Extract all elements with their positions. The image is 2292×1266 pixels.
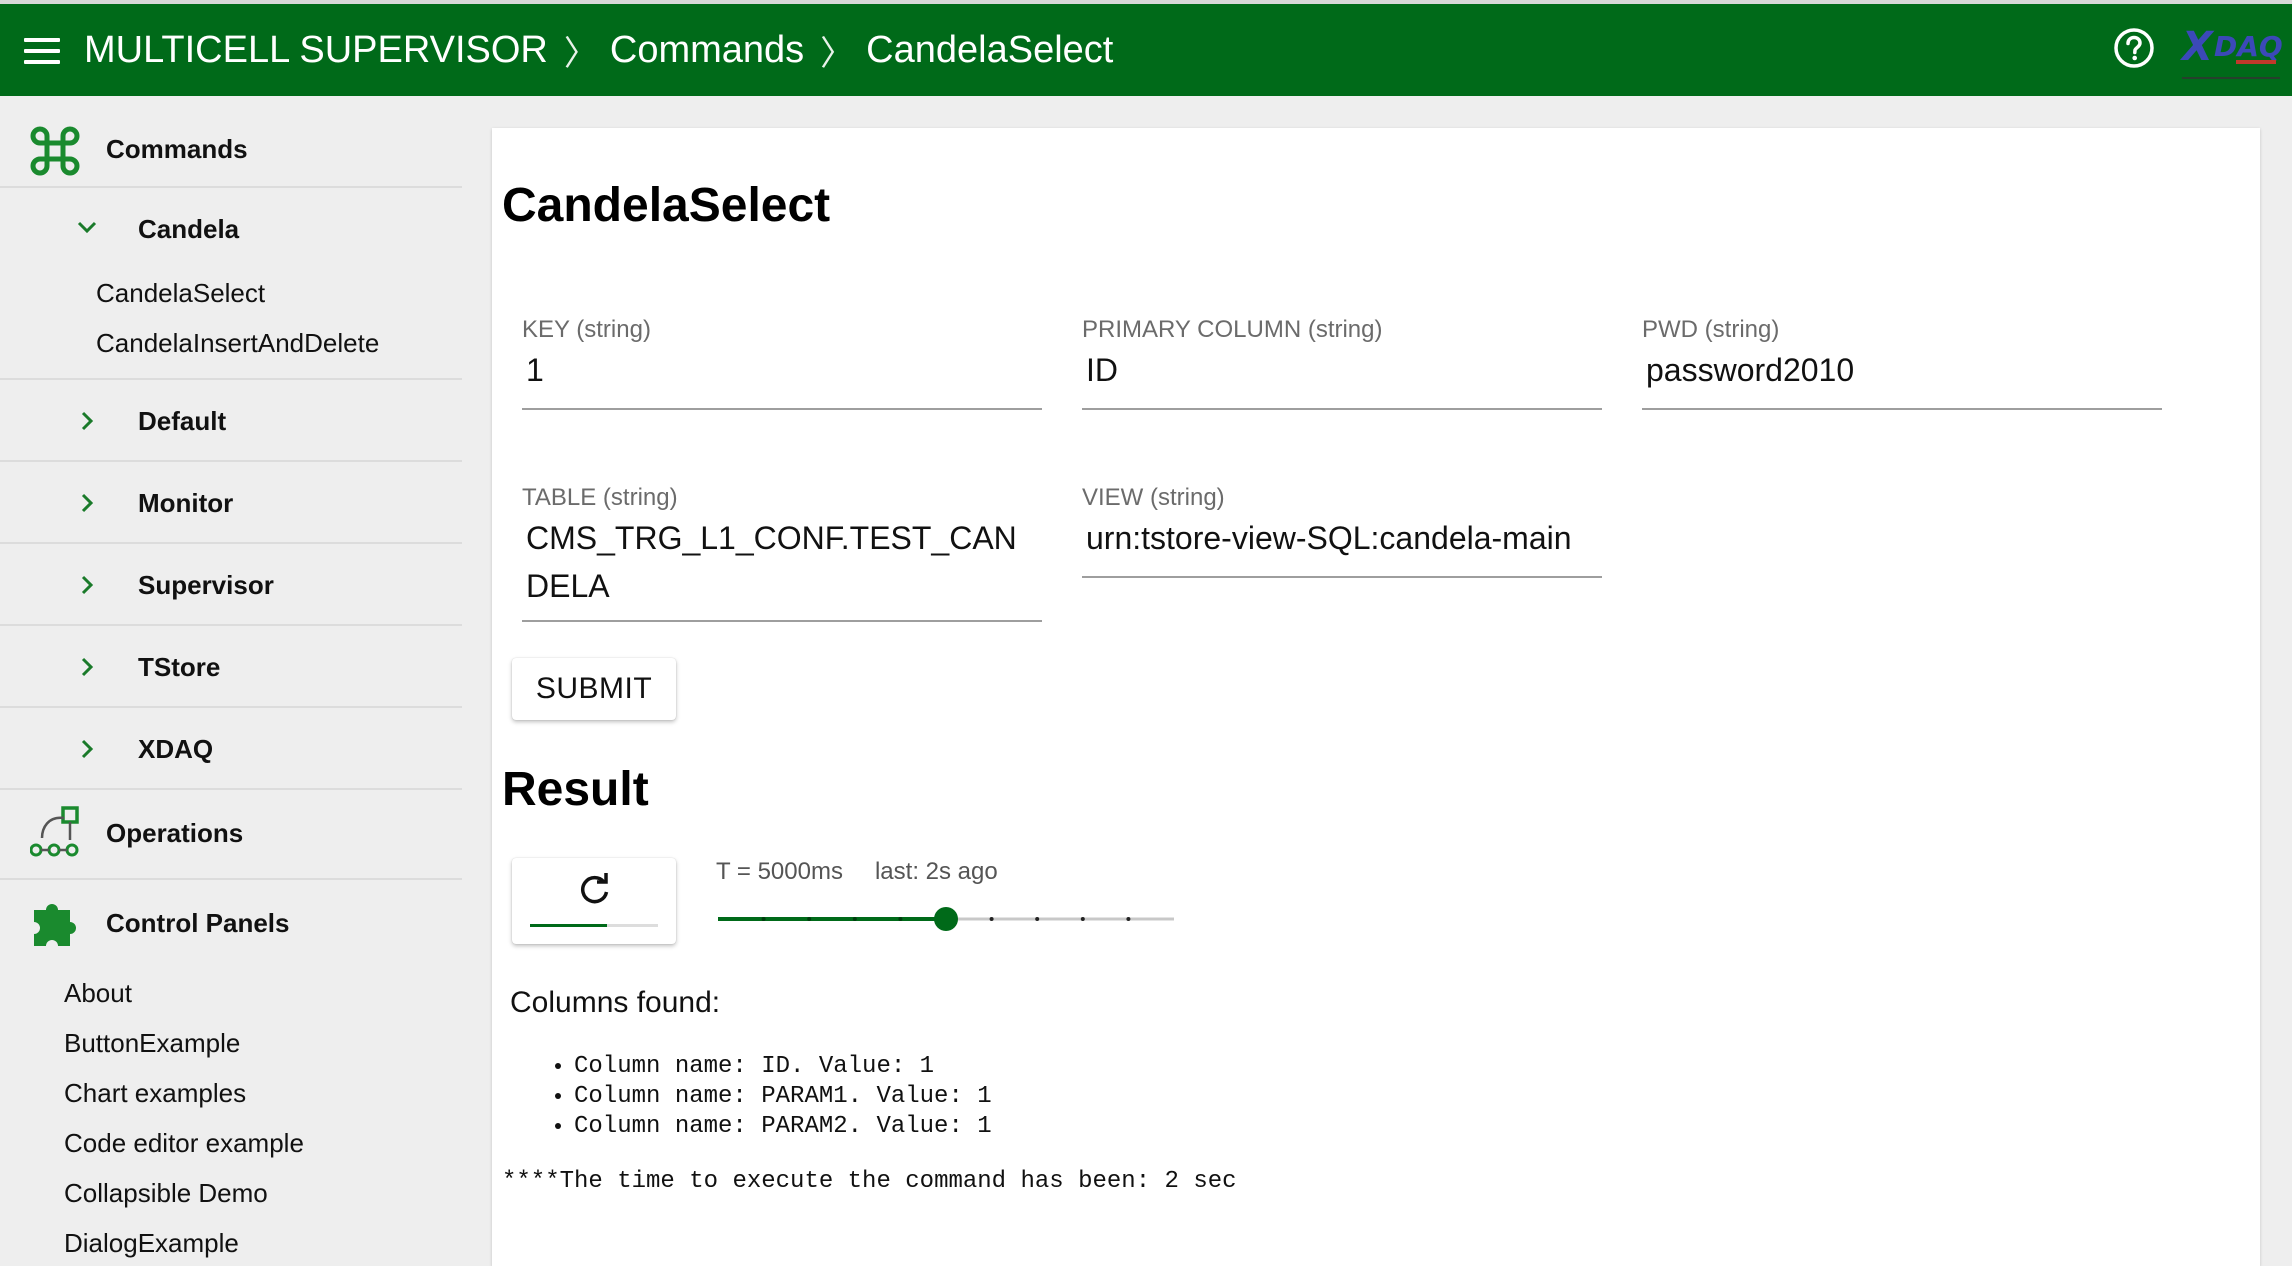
slider-tick	[1035, 917, 1040, 921]
pwd-input[interactable]: password2010	[1646, 346, 1854, 394]
refresh-button[interactable]	[512, 858, 676, 944]
app-title[interactable]: MULTICELL SUPERVISOR	[84, 29, 548, 72]
slider-tick	[1126, 917, 1131, 921]
xdaq-logo: X DAQ	[2179, 24, 2283, 79]
chevron-right-icon	[81, 657, 94, 677]
field-underline	[1082, 576, 1602, 578]
key-input[interactable]: 1	[526, 346, 544, 394]
breadcrumb-separator: 〉	[563, 34, 598, 73]
sidebar-section-label: Operations	[106, 818, 244, 848]
columns-found-label: Columns found:	[510, 986, 721, 1019]
key-field[interactable]: KEY (string) 1	[522, 316, 1042, 412]
breadcrumb-commands[interactable]: Commands	[610, 29, 804, 72]
table-input[interactable]: CMS_TRG_L1_CONF.TEST_CANDELA	[526, 514, 1038, 610]
sidebar-group-label: TStore	[138, 652, 221, 682]
breadcrumb: MULTICELL SUPERVISOR 〉 Commands 〉 Candel…	[84, 26, 1113, 74]
operations-flow-icon	[30, 806, 79, 857]
sidebar-item-dialogexample[interactable]: DialogExample	[64, 1228, 239, 1259]
submit-button[interactable]: SUBMIT	[512, 658, 676, 720]
field-label: PRIMARY COLUMN (string)	[1082, 316, 1383, 343]
field-label: TABLE (string)	[522, 484, 678, 511]
sidebar-group-candela[interactable]: Candela	[0, 196, 462, 258]
primary-column-input[interactable]: ID	[1086, 346, 1118, 394]
slider-tick	[898, 917, 903, 921]
field-underline	[1642, 408, 2162, 410]
slider-tick	[807, 917, 812, 921]
svg-text:DAQ: DAQ	[2214, 30, 2283, 63]
sidebar-group-default[interactable]: Default	[0, 380, 462, 460]
sidebar-section-label: Control Panels	[106, 908, 290, 938]
refresh-icon	[581, 873, 609, 904]
slider-tick	[761, 917, 766, 921]
sidebar-group-label: Default	[138, 406, 227, 436]
refresh-progress-bar	[530, 924, 658, 927]
divider	[0, 878, 462, 880]
breadcrumb-candelaselect: CandelaSelect	[866, 28, 1114, 71]
sidebar-item-code-editor-example[interactable]: Code editor example	[64, 1128, 304, 1159]
refresh-period-slider[interactable]	[714, 904, 1180, 934]
sidebar-group-label: XDAQ	[138, 734, 214, 764]
slider-thumb	[934, 907, 958, 931]
columns-list: Column name: ID. Value: 1Column name: PA…	[550, 1052, 992, 1142]
svg-text:X: X	[2179, 24, 2215, 70]
sidebar-group-label: Candela	[138, 214, 240, 244]
sidebar-item-buttonexample[interactable]: ButtonExample	[64, 1028, 240, 1059]
field-underline	[522, 620, 1042, 622]
field-label: KEY (string)	[522, 316, 651, 343]
help-circle-icon[interactable]	[2112, 26, 2156, 70]
slider-tick	[852, 917, 857, 921]
pwd-field[interactable]: PWD (string) password2010	[1642, 316, 2162, 412]
primary-column-field[interactable]: PRIMARY COLUMN (string) ID	[1082, 316, 1602, 412]
sidebar-item-about[interactable]: About	[64, 978, 132, 1009]
chevron-right-icon	[81, 493, 94, 513]
sidebar-item-candelaselect[interactable]: CandelaSelect	[96, 278, 265, 309]
command-card: CandelaSelect KEY (string) 1 PRIMARY COL…	[492, 128, 2260, 1266]
field-underline	[1082, 408, 1602, 410]
field-label: PWD (string)	[1642, 316, 1780, 343]
sidebar-item-collapsible-demo[interactable]: Collapsible Demo	[64, 1178, 268, 1209]
sidebar-group-monitor[interactable]: Monitor	[0, 462, 462, 542]
sidebar-item-candelainsertanddelete[interactable]: CandelaInsertAndDelete	[96, 328, 379, 359]
refresh-timer-info: T = 5000ms last: 2s ago	[716, 858, 1030, 886]
app-header: MULTICELL SUPERVISOR 〉 Commands 〉 Candel…	[0, 4, 2292, 96]
chevron-right-icon	[81, 411, 94, 431]
execution-time-text: ****The time to execute the command has …	[502, 1168, 1237, 1195]
refresh-progress-fill	[530, 924, 607, 927]
result-title: Result	[502, 763, 649, 816]
sidebar-section-control-panels[interactable]: Control Panels	[0, 882, 462, 966]
sidebar-item-chart-examples[interactable]: Chart examples	[64, 1078, 246, 1109]
field-label: VIEW (string)	[1082, 484, 1225, 511]
table-field[interactable]: TABLE (string) CMS_TRG_L1_CONF.TEST_CAND…	[522, 484, 1042, 624]
sidebar-section-label: Commands	[106, 134, 248, 164]
hamburger-menu-icon[interactable]	[24, 38, 60, 64]
divider	[0, 186, 462, 188]
sidebar-group-label: Monitor	[138, 488, 234, 518]
sidebar-group-xdaq[interactable]: XDAQ	[0, 708, 462, 788]
sidebar-section-operations[interactable]: Operations	[0, 792, 462, 876]
slider-tick	[989, 917, 994, 921]
column-result-item: Column name: ID. Value: 1	[574, 1052, 992, 1082]
slider-tick	[1080, 917, 1085, 921]
chevron-down-icon	[77, 221, 97, 234]
sidebar-group-supervisor[interactable]: Supervisor	[0, 544, 462, 624]
column-result-item: Column name: PARAM1. Value: 1	[574, 1082, 992, 1112]
refresh-period: T = 5000ms	[716, 858, 843, 885]
breadcrumb-separator: 〉	[820, 34, 855, 73]
view-input[interactable]: urn:tstore-view-SQL:candela-main	[1086, 514, 1572, 562]
sidebar-section-commands[interactable]: Commands	[0, 114, 462, 180]
divider	[0, 788, 462, 790]
sidebar-group-label: Supervisor	[138, 570, 274, 600]
page-title: CandelaSelect	[502, 179, 831, 232]
command-icon	[30, 126, 80, 176]
puzzle-piece-icon	[34, 904, 76, 946]
sidebar: Commands Candela CandelaSelect CandelaIn…	[0, 96, 462, 1266]
chevron-right-icon	[81, 575, 94, 595]
refresh-last-updated: last: 2s ago	[874, 858, 998, 885]
view-field[interactable]: VIEW (string) urn:tstore-view-SQL:candel…	[1082, 484, 1602, 580]
chevron-right-icon	[81, 739, 94, 759]
field-underline	[522, 408, 1042, 410]
column-result-item: Column name: PARAM2. Value: 1	[574, 1112, 992, 1142]
sidebar-group-tstore[interactable]: TStore	[0, 626, 462, 706]
